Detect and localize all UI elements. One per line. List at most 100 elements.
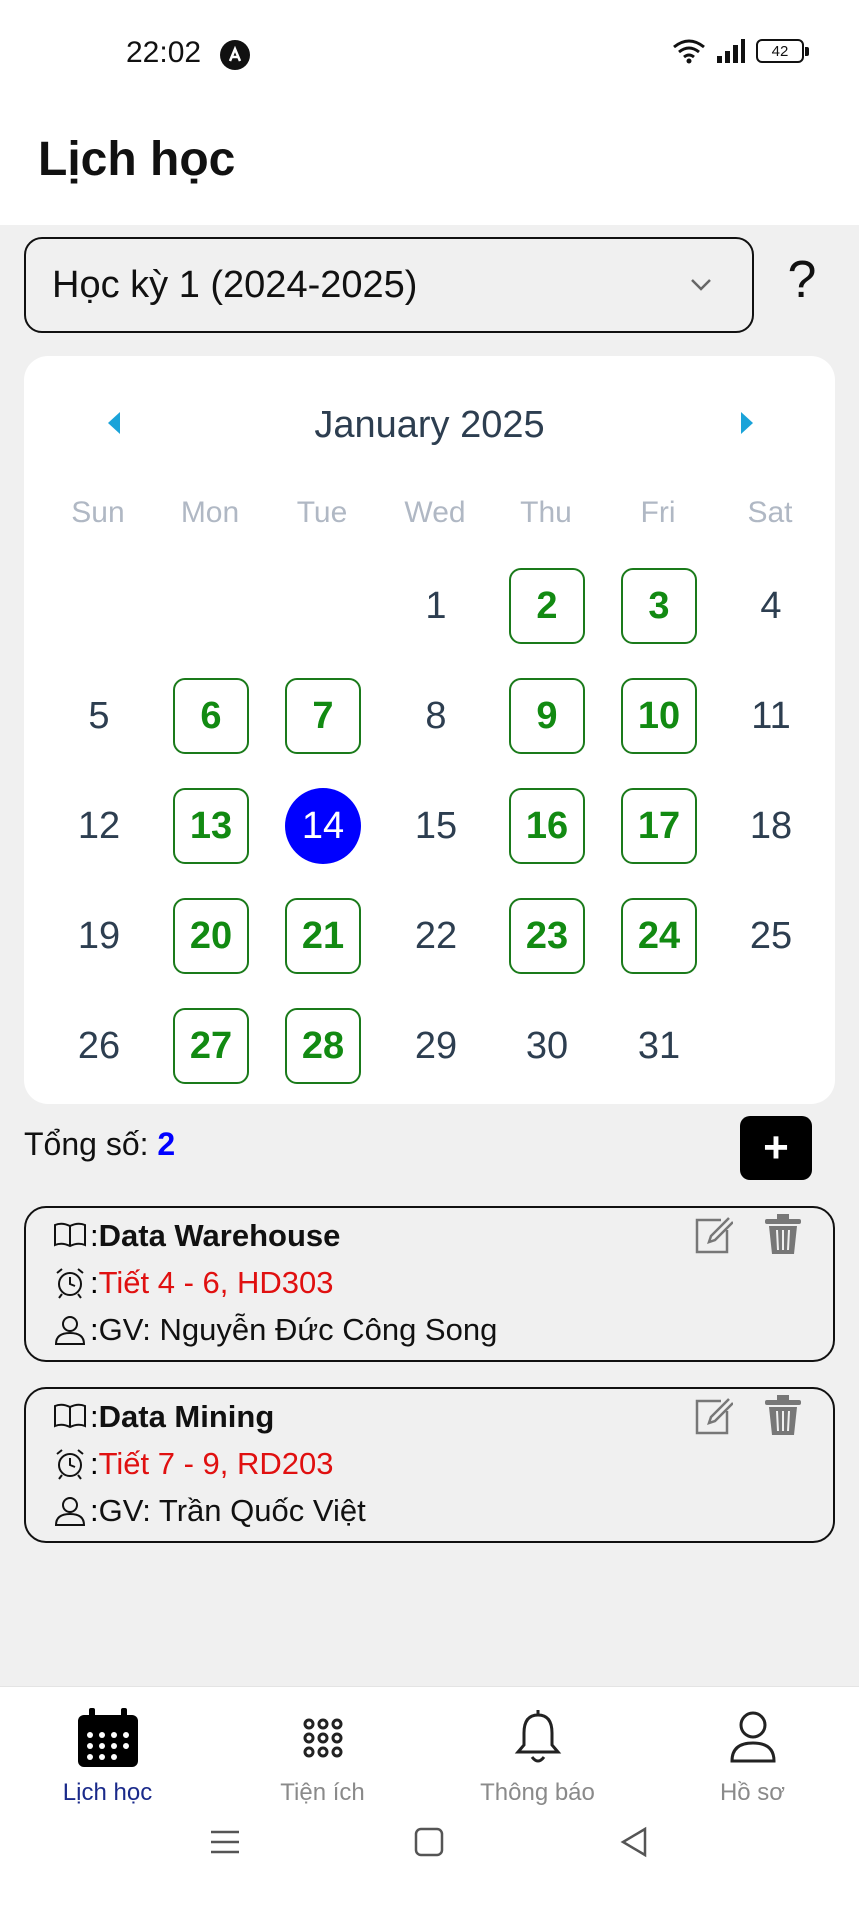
edit-icon[interactable] xyxy=(691,1214,733,1256)
nav-item-utilities[interactable]: Tiện ích xyxy=(215,1687,430,1817)
calendar-day[interactable]: 14 xyxy=(285,788,361,864)
calendar-day[interactable]: 10 xyxy=(621,678,697,754)
calendar-day[interactable]: 16 xyxy=(509,788,585,864)
nav-label: Tiện ích xyxy=(280,1779,365,1806)
total-label: Tổng số: xyxy=(24,1126,158,1162)
separator: : xyxy=(90,1399,99,1434)
calendar-day[interactable]: 26 xyxy=(61,1008,137,1084)
status-bar: 22:02 42 xyxy=(0,0,859,110)
time-room: Tiết 7 - 9, RD203 xyxy=(98,1446,334,1481)
weekday-label: Sun xyxy=(71,496,125,529)
nav-label: Thông báo xyxy=(480,1779,595,1806)
calendar-day[interactable]: 11 xyxy=(733,678,809,754)
total-count-row: Tổng số: 2 xyxy=(24,1126,175,1163)
user-icon xyxy=(54,1497,86,1526)
class-card[interactable]: : Data Mining : Tiết 7 - 9, RD203 : GV: … xyxy=(24,1387,835,1543)
teacher-line: : GV: Trần Quốc Việt xyxy=(52,1493,366,1529)
signal-icon xyxy=(717,39,745,63)
calendar-day[interactable]: 30 xyxy=(509,1008,585,1084)
calendar-day[interactable]: 5 xyxy=(61,678,137,754)
calendar-day[interactable]: 4 xyxy=(733,568,809,644)
weekday-label: Mon xyxy=(180,496,240,529)
calendar-day[interactable]: 27 xyxy=(173,1008,249,1084)
add-class-button[interactable]: + xyxy=(740,1116,812,1180)
time-room: Tiết 4 - 6, HD303 xyxy=(98,1265,334,1300)
calendar-day[interactable]: 8 xyxy=(398,678,474,754)
calendar-day[interactable]: 13 xyxy=(173,788,249,864)
separator: : xyxy=(90,1312,99,1347)
calendar-day[interactable]: 15 xyxy=(398,788,474,864)
next-month-icon[interactable] xyxy=(737,408,757,438)
battery-level: 42 xyxy=(771,42,789,60)
teacher-name: GV: Nguyễn Đức Công Song xyxy=(98,1312,498,1347)
weekday-label: Tue xyxy=(296,496,348,529)
calendar-day[interactable]: 28 xyxy=(285,1008,361,1084)
app-notification-icon xyxy=(220,40,250,70)
calendar-day[interactable]: 19 xyxy=(61,898,137,974)
calendar-day[interactable]: 17 xyxy=(621,788,697,864)
semester-dropdown[interactable]: Học kỳ 1 (2024-2025) xyxy=(24,237,754,333)
status-time: 22:02 xyxy=(126,36,202,69)
course-name: Data Warehouse xyxy=(98,1218,341,1253)
battery-icon: 42 xyxy=(756,39,809,63)
calendar-day[interactable]: 31 xyxy=(621,1008,697,1084)
calendar-day[interactable]: 3 xyxy=(621,568,697,644)
time-line: : Tiết 7 - 9, RD203 xyxy=(52,1446,334,1482)
calendar-day[interactable]: 25 xyxy=(733,898,809,974)
teacher-name: GV: Trần Quốc Việt xyxy=(98,1493,366,1528)
semester-value: Học kỳ 1 (2024-2025) xyxy=(52,263,418,306)
calendar-day[interactable]: 9 xyxy=(509,678,585,754)
course-line: : Data Warehouse xyxy=(52,1218,340,1254)
calendar-day[interactable]: 12 xyxy=(61,788,137,864)
weekday-label: Sat xyxy=(747,496,793,529)
alarm-clock-icon xyxy=(56,1268,84,1299)
calendar-day[interactable]: 21 xyxy=(285,898,361,974)
calendar-day[interactable]: 29 xyxy=(398,1008,474,1084)
separator: : xyxy=(90,1493,99,1528)
nav-item-schedule[interactable]: Lịch học xyxy=(0,1687,215,1817)
weekday-label: Thu xyxy=(520,496,572,529)
teacher-line: : GV: Nguyễn Đức Công Song xyxy=(52,1312,497,1348)
total-count: 2 xyxy=(157,1126,176,1162)
calendar-day[interactable]: 22 xyxy=(398,898,474,974)
calendar-day[interactable]: 20 xyxy=(173,898,249,974)
weekday-label: Fri xyxy=(640,496,676,529)
trash-icon[interactable] xyxy=(763,1393,803,1437)
nav-label: Lịch học xyxy=(62,1779,153,1806)
class-card[interactable]: : Data Warehouse : Tiết 4 - 6, HD303 : G… xyxy=(24,1206,835,1362)
course-name: Data Mining xyxy=(98,1399,275,1434)
back-icon[interactable] xyxy=(617,1825,651,1859)
calendar-day[interactable]: 6 xyxy=(173,678,249,754)
separator: : xyxy=(90,1265,99,1300)
calendar-icon xyxy=(78,1708,138,1767)
weekday-label: Wed xyxy=(404,496,466,529)
nav-item-profile[interactable]: Hồ sơ xyxy=(645,1687,859,1817)
grid-icon xyxy=(303,1718,343,1758)
menu-icon[interactable] xyxy=(208,1825,242,1859)
nav-item-notifications[interactable]: Thông báo xyxy=(430,1687,645,1817)
user-icon xyxy=(54,1316,86,1345)
calendar-day[interactable]: 2 xyxy=(509,568,585,644)
help-button[interactable]: ? xyxy=(782,250,822,310)
calendar-day[interactable]: 23 xyxy=(509,898,585,974)
page-title: Lịch học xyxy=(38,133,236,186)
calendar-day[interactable]: 18 xyxy=(733,788,809,864)
calendar: January 2025 Sun Mon Tue Wed Thu Fri Sat 12345… xyxy=(24,356,835,1104)
edit-icon[interactable] xyxy=(691,1395,733,1437)
separator: : xyxy=(90,1218,99,1253)
bottom-nav: Lịch học Tiện ích Thông báo Hồ sơ xyxy=(0,1686,859,1908)
calendar-day[interactable]: 1 xyxy=(398,568,474,644)
home-icon[interactable] xyxy=(412,1825,446,1859)
separator: : xyxy=(90,1446,99,1481)
bell-icon xyxy=(514,1710,562,1763)
nav-label: Hồ sơ xyxy=(719,1779,786,1806)
wifi-icon xyxy=(673,39,705,64)
calendar-day[interactable]: 24 xyxy=(621,898,697,974)
user-icon xyxy=(730,1711,776,1763)
calendar-day[interactable]: 7 xyxy=(285,678,361,754)
trash-icon[interactable] xyxy=(763,1212,803,1256)
chevron-down-icon xyxy=(691,279,711,291)
course-line: : Data Mining xyxy=(52,1399,274,1435)
header: Lịch học xyxy=(0,110,859,225)
book-icon xyxy=(54,1222,86,1248)
